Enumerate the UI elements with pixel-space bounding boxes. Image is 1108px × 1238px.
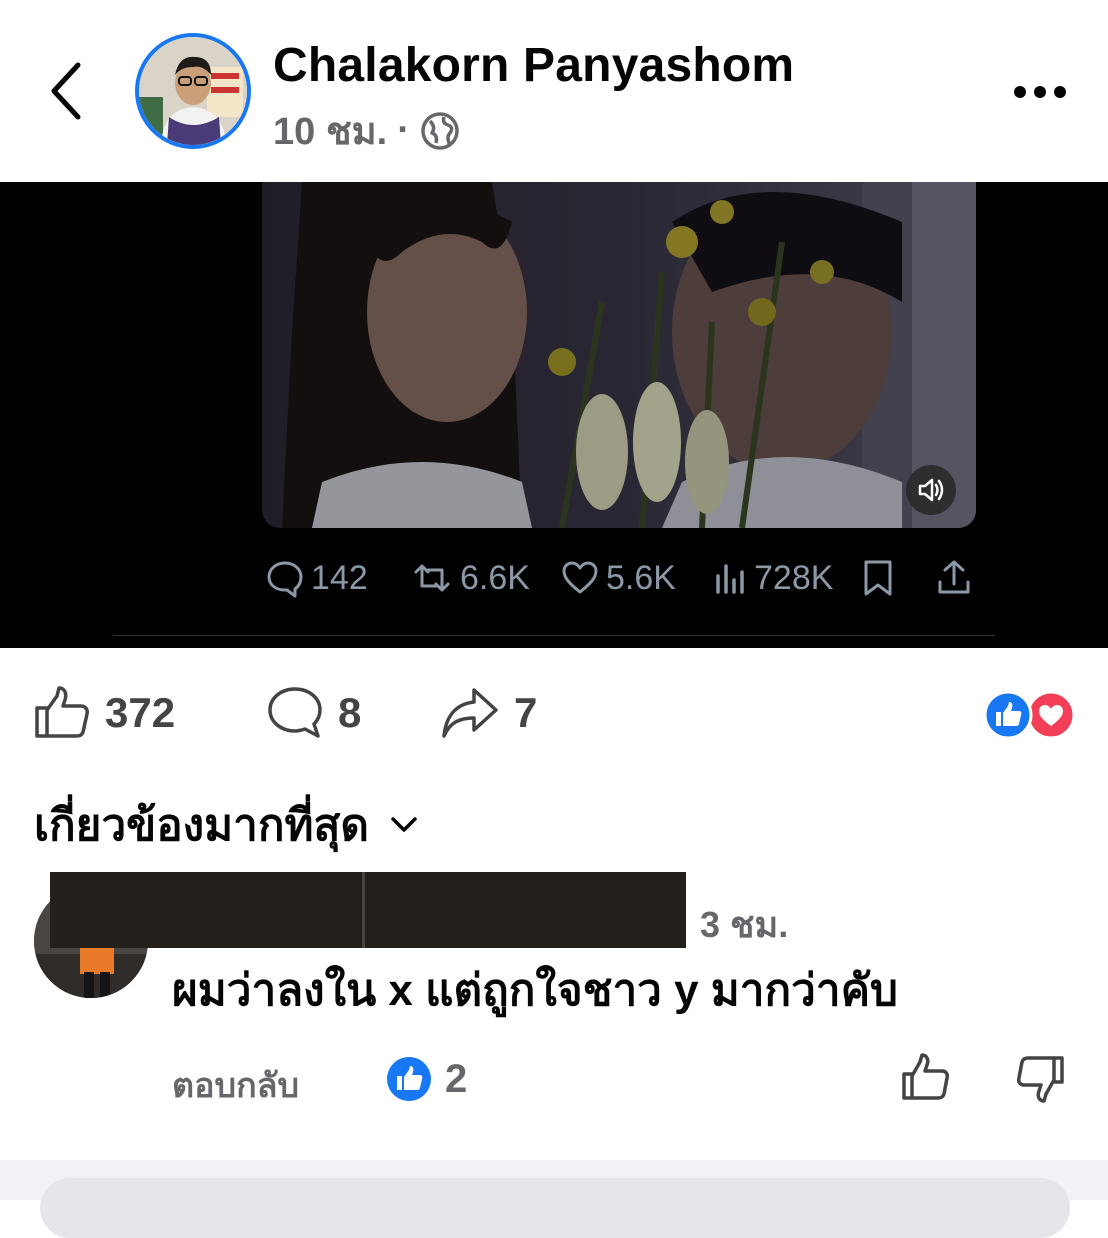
heart-outline-icon (562, 561, 598, 594)
reaction-summary[interactable] (983, 690, 1078, 740)
bookmark-icon (864, 560, 892, 596)
author-avatar[interactable] (135, 33, 251, 149)
thumbs-up-outline-icon (902, 1053, 949, 1100)
like-reaction-icon (983, 690, 1033, 740)
share-button[interactable]: 7 (440, 684, 537, 742)
comment-bubble-icon (268, 687, 322, 738)
embedded-video[interactable] (262, 182, 976, 528)
downvote-button[interactable] (1012, 1050, 1068, 1106)
comment-text: ผมว่าลงใน x แต่ถูกใจชาว y มากว่าคับ (172, 966, 898, 1015)
comment-input[interactable] (40, 1178, 1070, 1238)
repost-icon (414, 564, 450, 592)
more-options-button[interactable] (1005, 72, 1075, 112)
sort-label: เกี่ยวข้องมากที่สุด (34, 801, 369, 850)
comment-time: 3 ชม. (700, 904, 789, 945)
views-stat: 728K (712, 558, 860, 598)
comment-button[interactable]: 8 (266, 684, 361, 742)
redaction-seam (362, 872, 365, 948)
like-total: 372 (105, 689, 176, 736)
meta-separator: · (397, 109, 410, 151)
views-count: 728K (754, 558, 834, 597)
share-stat (934, 558, 974, 598)
thumbs-up-icon (35, 686, 89, 738)
chevron-left-icon (51, 62, 81, 120)
post-time: 10 ชม. (273, 111, 388, 153)
like-reaction-icon (387, 1057, 431, 1101)
more-horizontal-icon (1014, 86, 1066, 98)
repost-count: 6.6K (460, 558, 530, 597)
reply-count: 142 (311, 558, 368, 597)
upvote-button[interactable] (898, 1050, 954, 1106)
volume-icon (918, 478, 944, 502)
repost-stat: 6.6K (410, 558, 560, 598)
post-meta: 10 ชม. · (273, 100, 460, 161)
comment-reaction-count[interactable]: 2 (385, 1055, 467, 1103)
comment-like-count: 2 (445, 1056, 468, 1101)
commenter-name-redacted (50, 872, 686, 948)
avatar-photo (139, 37, 247, 145)
share-total: 7 (514, 689, 538, 736)
reply-stat: 142 (265, 558, 410, 598)
share-up-icon (938, 560, 970, 594)
like-count: 5.6K (606, 558, 676, 597)
share-arrow-icon (442, 688, 498, 738)
comment-sort-dropdown[interactable]: เกี่ยวข้องมากที่สุด (34, 790, 419, 860)
bookmark-stat (860, 558, 934, 598)
chevron-down-icon (391, 817, 417, 832)
love-reaction-icon (1026, 690, 1076, 740)
reply-button[interactable]: ตอบกลับ (172, 1058, 299, 1112)
back-button[interactable] (40, 55, 100, 127)
globe-icon[interactable] (420, 111, 460, 151)
author-name[interactable]: Chalakorn Panyashom (273, 38, 794, 93)
reaction-summary-icons (983, 690, 1076, 740)
like-stat: 5.6K (560, 558, 712, 598)
views-bar-icon (716, 564, 744, 594)
thumbs-down-outline-icon (1017, 1056, 1064, 1103)
reply-bubble-icon (267, 561, 303, 598)
embedded-post-stats: 142 6.6K 5.6K 728K (265, 556, 974, 600)
video-frame (262, 182, 976, 528)
comment-total: 8 (338, 689, 362, 736)
mute-toggle-button[interactable] (906, 465, 956, 515)
embedded-divider (113, 635, 995, 636)
like-button[interactable]: 372 (33, 684, 175, 742)
